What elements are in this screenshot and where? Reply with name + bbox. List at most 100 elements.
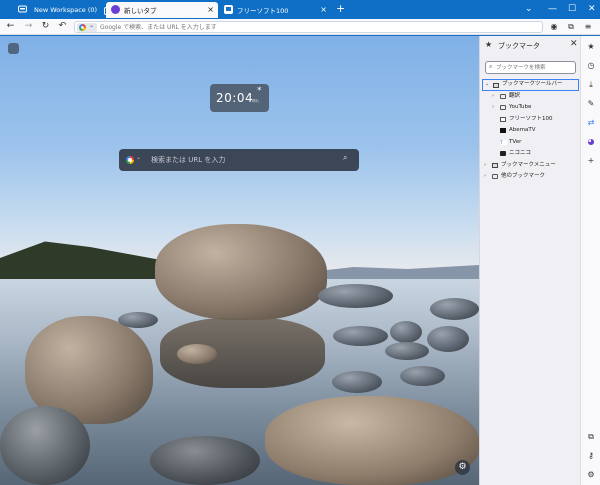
extensions-icon[interactable]: ⧉ <box>565 21 577 33</box>
search-icon: ⌕ <box>489 63 493 70</box>
search-engine-button[interactable]: ⌄ <box>77 22 97 32</box>
tree-item-bookmarks-menu[interactable]: › ブックマークメニュー <box>482 160 579 172</box>
maximize-icon[interactable]: ☐ <box>568 2 576 16</box>
chevron-down-icon[interactable]: ⌄ <box>485 80 489 89</box>
chevron-right-icon[interactable]: › <box>484 171 486 182</box>
notes-pen-icon[interactable]: ✎ <box>584 98 598 110</box>
translate-icon[interactable]: ⇄ <box>584 117 598 129</box>
tree-item-label: YouTube <box>509 104 532 110</box>
tree-item-label: AbemaTV <box>509 127 536 133</box>
close-window-icon[interactable]: ✕ <box>588 2 596 16</box>
forward-icon[interactable]: → <box>22 20 35 33</box>
chevron-right-icon[interactable]: › <box>484 160 486 171</box>
undo-close-tab-icon[interactable]: ↶ <box>56 20 69 33</box>
background-rock <box>332 371 382 393</box>
folder-icon <box>500 93 506 99</box>
tree-item-label: 他のブックマーク <box>501 173 546 179</box>
menu-icon[interactable]: ≡ <box>582 21 594 33</box>
tab-label: New Workspace (0) <box>34 6 98 14</box>
site-favicon-icon <box>224 5 233 14</box>
background-rock <box>177 344 217 364</box>
tree-item-bookmarks-toolbar[interactable]: ⌄ ブックマークツールバー <box>482 79 579 91</box>
chevron-down-icon: ⌄ <box>89 22 95 29</box>
tree-item-label: 翻訳 <box>509 92 521 99</box>
list-tabs-icon[interactable]: ⌄ <box>525 2 533 16</box>
back-icon[interactable]: ← <box>4 20 17 33</box>
background-rock <box>155 224 327 320</box>
tab-new-tab[interactable]: 新しいタブ × <box>106 2 218 18</box>
tree-item-freesoft100[interactable]: フリーソフト100 <box>482 114 579 126</box>
bookmark-search-box[interactable]: ⌕ <box>485 61 576 74</box>
newtab-search-box[interactable]: ⌄ ⌕ <box>119 149 359 171</box>
tree-item-abematv[interactable]: AbemaTV <box>482 125 579 137</box>
bookmark-star-icon: ★ <box>485 40 493 49</box>
chevron-down-icon[interactable]: ⌄ <box>534 41 539 48</box>
downloads-icon[interactable]: ⤓ <box>584 79 598 91</box>
tab-freesoft100[interactable]: フリーソフト100 × <box>219 2 331 18</box>
new-tab-page: 20:04 * 晴れ ⌄ ⌕ ⚙ <box>0 36 479 485</box>
background-rock <box>390 321 422 343</box>
weather-text: 晴れ <box>252 99 259 103</box>
tree-item-label: ブックマークツールバー <box>502 81 563 87</box>
background-rock <box>265 396 479 485</box>
toolbar-icon <box>493 83 499 88</box>
navigation-bar: ← → ↻ ↶ ⌄ ◉ ⧉ ≡ <box>0 19 600 35</box>
tree-item-label: ニコニコ <box>509 150 532 156</box>
clock-widget: 20:04 * 晴れ <box>210 84 269 112</box>
settings-gear-icon[interactable]: ⚙ <box>584 469 598 481</box>
tree-item-label: TVer <box>509 138 522 145</box>
clock-time: 20:04 <box>216 91 254 105</box>
history-clock-icon[interactable]: ◷ <box>584 60 598 72</box>
tab-label: フリーソフト100 <box>237 7 289 15</box>
close-tab-icon[interactable]: × <box>320 5 327 14</box>
google-icon <box>79 24 86 31</box>
shortcuts-toggle-button[interactable] <box>8 43 19 54</box>
abema-icon <box>500 128 506 133</box>
tab-bar: New Workspace (0) 新しいタブ × フリーソフト100 × + … <box>0 0 600 19</box>
add-panel-icon[interactable]: + <box>584 155 598 167</box>
close-tab-icon[interactable]: × <box>207 5 214 14</box>
settings-gear-icon[interactable]: ⚙ <box>455 460 470 475</box>
tree-item-niconico[interactable]: ニコニコ <box>482 148 579 160</box>
newtab-search-input[interactable] <box>151 154 331 166</box>
tree-item-other-bookmarks[interactable]: › 他のブックマーク <box>482 171 579 183</box>
background-rock <box>430 298 479 320</box>
bookmark-search-input[interactable] <box>496 63 574 72</box>
url-input[interactable] <box>100 22 530 32</box>
tree-item-label: ブックマークメニュー <box>501 161 556 168</box>
background-rock <box>318 284 393 308</box>
background-rock <box>333 326 388 346</box>
reload-icon[interactable]: ↻ <box>39 20 52 33</box>
chevron-right-icon[interactable]: › <box>492 91 494 102</box>
background-rock <box>427 326 469 352</box>
background-rock <box>118 312 158 328</box>
tree-item-youtube[interactable]: › YouTube <box>482 102 579 114</box>
bookmarks-star-icon[interactable]: ★ <box>584 41 598 53</box>
minimize-icon[interactable]: — <box>548 2 557 16</box>
folder-icon <box>500 105 506 110</box>
nico-icon <box>500 151 506 156</box>
tab-workspace[interactable]: New Workspace (0) <box>14 2 113 18</box>
weather-icon: * <box>257 86 262 96</box>
url-bar[interactable]: ⌄ <box>74 21 543 33</box>
search-icon[interactable]: ⌕ <box>343 153 347 163</box>
new-tab-button[interactable]: + <box>336 2 345 16</box>
close-sidebar-icon[interactable]: ✕ <box>570 39 578 49</box>
google-icon[interactable] <box>126 156 134 164</box>
sidebar-header: ★ ブックマーク ⌄ ✕ <box>484 39 579 52</box>
bookmarks-sidebar: ★ ブックマーク ⌄ ✕ ⌕ ⌄ ブックマークツールバー › 翻訳 › YouT… <box>479 36 580 485</box>
menu-folder-icon <box>492 162 498 168</box>
tree-item-label: フリーソフト100 <box>509 115 553 122</box>
chevron-down-icon[interactable]: ⌄ <box>136 154 141 161</box>
tree-item-tver[interactable]: T TVer <box>482 137 579 149</box>
background-rock <box>400 366 445 386</box>
account-icon[interactable]: ◉ <box>548 21 560 33</box>
key-icon[interactable]: ⚷ <box>584 450 598 462</box>
browser-logo-icon <box>111 5 120 14</box>
tver-icon: T <box>500 139 507 145</box>
background-rock <box>150 436 260 485</box>
browser-logo-icon[interactable]: ◕ <box>584 136 598 148</box>
chevron-right-icon[interactable]: › <box>492 102 494 113</box>
extensions-panel-icon[interactable]: ⧉ <box>584 431 598 443</box>
tree-item-honyaku[interactable]: › 翻訳 <box>482 91 579 103</box>
